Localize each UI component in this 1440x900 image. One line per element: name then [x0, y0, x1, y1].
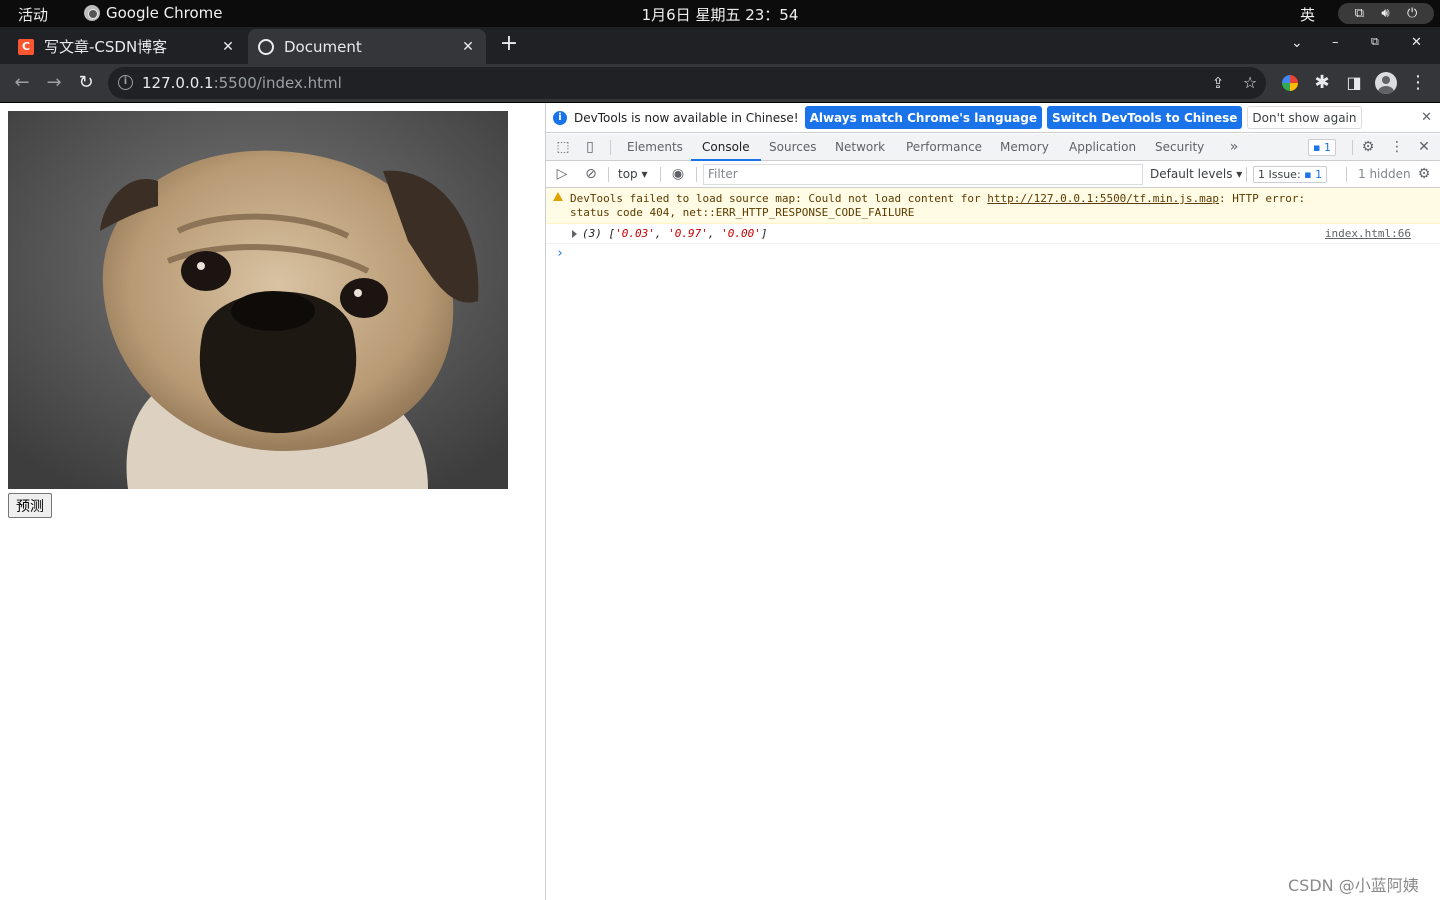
tab-search-icon[interactable]: ⌄ — [1291, 35, 1303, 51]
clear-console-icon[interactable]: ⊘ — [583, 166, 599, 182]
customize-kebab-icon[interactable]: ⋮ — [1389, 139, 1405, 155]
close-devtools-icon[interactable]: ✕ — [1416, 139, 1432, 155]
console-log-entry: (3) ['0.03', '0.97', '0.00'] index.html:… — [546, 224, 1440, 244]
warning-icon — [553, 192, 563, 201]
divider — [1346, 167, 1347, 182]
csdn-icon: C — [18, 38, 34, 55]
console-prompt[interactable]: › — [556, 246, 564, 261]
input-method-indicator[interactable]: 英 — [1300, 4, 1315, 25]
divider — [608, 167, 609, 182]
tab-console[interactable]: Console — [691, 134, 761, 161]
expand-triangle-icon[interactable] — [572, 230, 577, 238]
tab-application[interactable]: Application — [1069, 134, 1136, 161]
warning-line-2: status code 404, net::ERR_HTTP_RESPONSE_… — [570, 206, 915, 219]
always-match-language-button[interactable]: Always match Chrome's language — [804, 106, 1042, 129]
dont-show-again-button[interactable]: Don't show again — [1247, 106, 1362, 129]
divider — [610, 140, 611, 155]
browser-toolbar: ← → ↻ i 127.0.0.1:5500/index.html ⇪ ☆ ✱ … — [0, 64, 1440, 103]
tab-memory[interactable]: Memory — [1000, 134, 1049, 161]
page-viewport: 预测 — [0, 103, 545, 900]
menu-kebab-icon[interactable]: ⋮ — [1407, 72, 1429, 94]
divider — [660, 167, 661, 182]
tab-title: 写文章-CSDN博客 — [44, 38, 168, 56]
console-warning-message: DevTools failed to load source map: Coul… — [546, 188, 1440, 224]
pug-image — [8, 111, 508, 489]
messages-badge[interactable]: ▪ 1 — [1308, 139, 1336, 156]
sidebar-toggle-icon[interactable]: ▷ — [554, 166, 570, 182]
window-close-icon[interactable]: ✕ — [1411, 35, 1422, 50]
inspect-element-icon[interactable]: ⬚ — [555, 139, 571, 155]
tab-document[interactable]: Document ✕ — [248, 29, 486, 64]
forward-icon[interactable]: → — [43, 72, 65, 94]
source-map-link[interactable]: http://127.0.0.1:5500/tf.min.js.map — [987, 192, 1219, 205]
system-menu[interactable]: ⧉ 🔊︎ ⏻ — [1338, 3, 1434, 24]
tab-network[interactable]: Network — [835, 134, 885, 161]
infobar-message: DevTools is now available in Chinese! — [574, 110, 799, 125]
console-settings-gear-icon[interactable]: ⚙ — [1416, 166, 1432, 182]
system-top-bar: 活动 Google Chrome 1月6日 星期五 23：54 英 ⧉ 🔊︎ ⏻ — [0, 0, 1440, 27]
site-info-icon[interactable]: i — [118, 75, 133, 90]
network-icon: ⧉ — [1354, 6, 1364, 21]
tab-title: Document — [284, 37, 362, 56]
warning-line-1: DevTools failed to load source map: Coul… — [570, 192, 1306, 205]
switch-to-chinese-button[interactable]: Switch DevTools to Chinese — [1046, 106, 1243, 129]
app-name: Google Chrome — [106, 4, 223, 22]
profile-avatar[interactable] — [1375, 72, 1397, 94]
tab-elements[interactable]: Elements — [627, 134, 683, 161]
chrome-icon — [84, 5, 100, 21]
new-tab-button[interactable]: + — [498, 33, 520, 55]
share-icon[interactable]: ⇪ — [1207, 72, 1229, 94]
power-icon: ⏻ — [1406, 6, 1418, 21]
globe-icon — [258, 38, 274, 55]
devtools-tabbar: ⬚ ▯ Elements Console Sources Network Per… — [546, 134, 1440, 161]
tab-strip: C 写文章-CSDN博客 ✕ Document ✕ + ⌄ – ⧉ ✕ — [0, 27, 1440, 64]
info-icon: i — [553, 110, 567, 125]
predict-button[interactable]: 预测 — [8, 493, 52, 518]
log-levels-dropdown[interactable]: Default levels ▾ — [1150, 167, 1242, 181]
hidden-count: 1 hidden — [1358, 167, 1411, 181]
volume-icon: 🔊︎ — [1381, 6, 1390, 21]
tab-sources[interactable]: Sources — [769, 134, 816, 161]
extensions-icon[interactable]: ✱ — [1311, 72, 1333, 94]
activities-button[interactable]: 活动 — [18, 4, 48, 25]
side-panel-icon[interactable]: ◨ — [1343, 72, 1365, 94]
back-icon[interactable]: ← — [11, 72, 33, 94]
url-text[interactable]: 127.0.0.1:5500/index.html — [142, 74, 342, 92]
close-icon[interactable]: ✕ — [220, 39, 236, 55]
console-toolbar: ▷ ⊘ top ▾ ◉ Filter Default levels ▾ 1 Is… — [546, 161, 1440, 188]
log-array[interactable]: (3) ['0.03', '0.97', '0.00'] — [582, 227, 768, 240]
watermark: CSDN @小蓝阿姨 — [1288, 876, 1419, 895]
issues-button[interactable]: 1 Issue: ▪ 1 — [1253, 166, 1328, 183]
tab-security[interactable]: Security — [1155, 134, 1204, 161]
close-icon[interactable]: ✕ — [460, 39, 476, 55]
language-infobar: i DevTools is now available in Chinese! … — [546, 103, 1440, 133]
bookmark-star-icon[interactable]: ☆ — [1239, 72, 1261, 94]
settings-gear-icon[interactable]: ⚙ — [1360, 139, 1376, 155]
devtools-panel: i DevTools is now available in Chinese! … — [545, 103, 1440, 900]
minimize-icon[interactable]: – — [1332, 35, 1339, 50]
more-tabs-icon[interactable]: » — [1226, 139, 1242, 155]
restore-icon[interactable]: ⧉ — [1371, 35, 1379, 49]
app-menu[interactable]: Google Chrome — [84, 4, 223, 22]
log-source-link[interactable]: index.html:66 — [1325, 227, 1411, 240]
live-expression-eye-icon[interactable]: ◉ — [670, 166, 686, 182]
reload-icon[interactable]: ↻ — [75, 72, 97, 94]
tab-csdn[interactable]: C 写文章-CSDN博客 ✕ — [8, 29, 246, 64]
address-bar[interactable]: i 127.0.0.1:5500/index.html ⇪ ☆ — [108, 67, 1266, 99]
infobar-close-icon[interactable]: ✕ — [1421, 110, 1432, 125]
divider — [696, 167, 697, 182]
console-filter-input[interactable]: Filter — [703, 164, 1143, 185]
divider — [1246, 167, 1247, 182]
device-toolbar-icon[interactable]: ▯ — [582, 139, 598, 155]
divider — [1352, 140, 1353, 155]
color-extension-icon[interactable] — [1279, 72, 1301, 94]
tab-performance[interactable]: Performance — [906, 134, 982, 161]
context-selector[interactable]: top ▾ — [618, 167, 648, 181]
